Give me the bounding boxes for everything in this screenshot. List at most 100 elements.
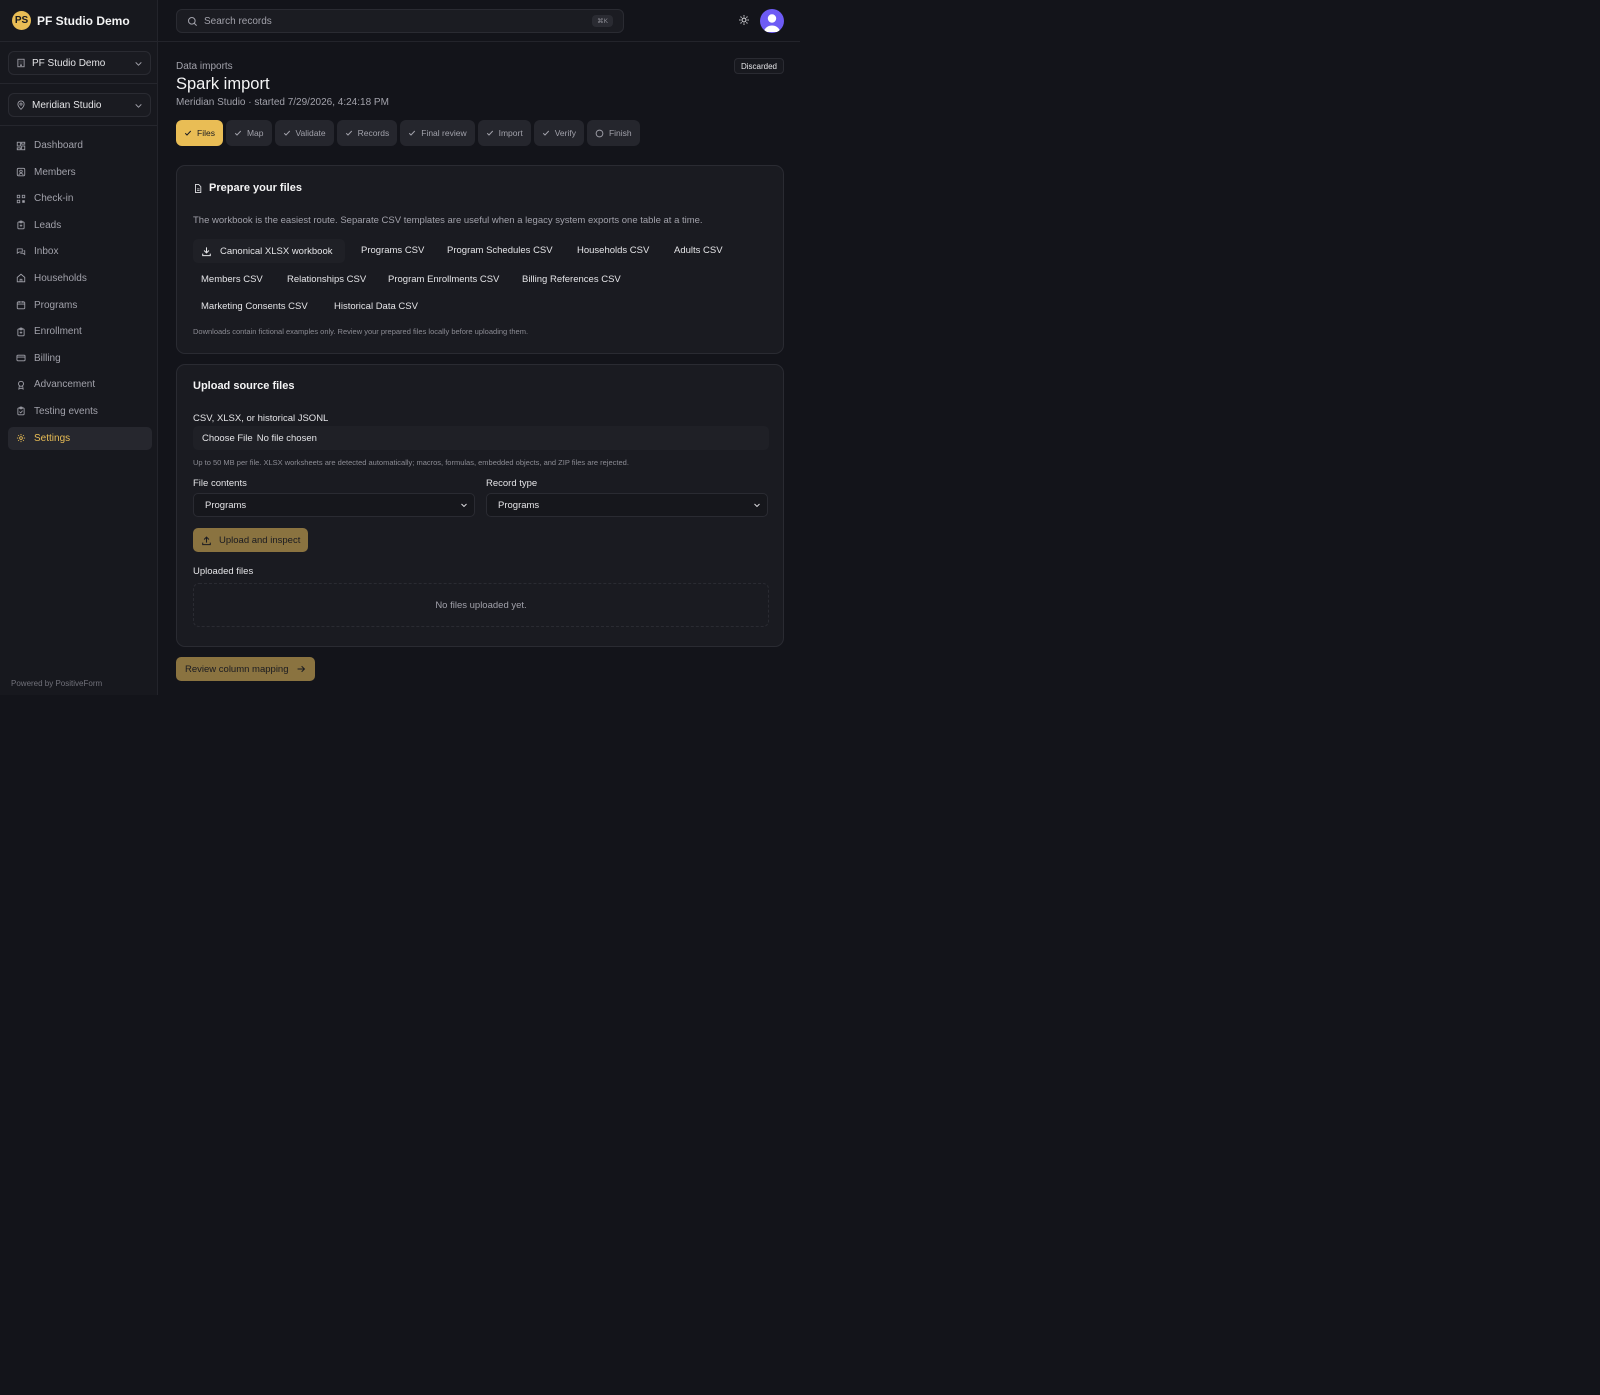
location-selector[interactable]: Meridian Studio	[8, 93, 151, 117]
step-map[interactable]: Map	[225, 120, 272, 146]
file-contents-label: File contents	[193, 478, 247, 489]
step-verify[interactable]: Verify	[533, 120, 584, 146]
download-programs-csv[interactable]: Programs CSV	[353, 238, 432, 262]
sidebar-item-households[interactable]: Households	[8, 267, 152, 290]
sidebar-item-enrollment[interactable]: Enrollment	[8, 320, 152, 343]
sidebar-item-leads[interactable]: Leads	[8, 214, 152, 237]
sidebar-item-label: Programs	[34, 299, 78, 311]
sidebar-item-check-in[interactable]: Check-in	[8, 187, 152, 210]
file-contents-select[interactable]: Programs	[193, 493, 475, 517]
brand-logo: PS	[12, 11, 31, 30]
card-title-text: Upload source files	[193, 380, 295, 392]
download-members-csv[interactable]: Members CSV	[193, 267, 271, 291]
download-marketing-consents-csv[interactable]: Marketing Consents CSV	[193, 294, 316, 318]
download-billing-references-csv[interactable]: Billing References CSV	[514, 267, 629, 291]
divider	[0, 125, 157, 126]
sidebar-item-billing[interactable]: Billing	[8, 347, 152, 370]
powered-by[interactable]: Powered by PositiveForm	[11, 679, 102, 688]
step-label: Verify	[554, 128, 576, 138]
step-finish[interactable]: Finish	[586, 120, 640, 146]
sun-icon	[739, 15, 749, 25]
status-badge: Discarded	[733, 58, 784, 74]
file-status: No file chosen	[256, 432, 317, 444]
uploaded-files-label: Uploaded files	[193, 566, 254, 577]
page-title: Spark import	[176, 75, 270, 93]
download-relationships-csv[interactable]: Relationships CSV	[279, 267, 374, 291]
sidebar-item-label: Enrollment	[34, 326, 82, 338]
card-title-text: Prepare your files	[209, 182, 302, 194]
award-icon	[18, 380, 24, 390]
upload-and-inspect-button[interactable]: Upload and inspect	[193, 528, 309, 552]
step-label: Import	[498, 128, 523, 138]
calendar-icon	[16, 301, 26, 310]
theme-toggle[interactable]	[738, 14, 750, 26]
sidebar-item-members[interactable]: Members	[8, 161, 152, 184]
inbox-icon	[16, 248, 26, 256]
step-final-review[interactable]: Final review	[400, 120, 475, 146]
gear-icon	[16, 433, 26, 443]
leads-icon	[17, 220, 25, 230]
chevron-down-icon	[754, 503, 760, 508]
sidebar-item-programs[interactable]: Programs	[8, 294, 152, 317]
record-type-select[interactable]: Programs	[486, 493, 768, 517]
card-description: The workbook is the easiest route. Separ…	[193, 215, 703, 226]
step-files[interactable]: Files	[176, 120, 223, 146]
dashboard-icon	[16, 141, 26, 150]
check-icon	[184, 130, 192, 136]
download-workbook-button[interactable]: Canonical XLSX workbook	[193, 239, 345, 263]
divider	[0, 41, 157, 42]
circle-icon	[595, 129, 604, 137]
org-selector-label: PF Studio Demo	[32, 57, 106, 69]
sidebar-item-inbox[interactable]: Inbox	[8, 240, 152, 263]
sidebar-item-advancement[interactable]: Advancement	[8, 373, 152, 396]
choose-file-button[interactable]: Choose File	[202, 433, 253, 444]
card-title: Prepare your files	[193, 182, 302, 194]
step-records[interactable]: Records	[336, 120, 398, 146]
check-in-icon	[16, 194, 26, 203]
sidebar-nav: Dashboard Members Check-in Leads Inbox H…	[8, 134, 152, 453]
step-import[interactable]: Import	[477, 120, 531, 146]
sidebar-item-testing-events[interactable]: Testing events	[8, 400, 152, 423]
step-validate[interactable]: Validate	[274, 120, 334, 146]
sidebar-item-settings[interactable]: Settings	[8, 426, 152, 450]
org-selector[interactable]: PF Studio Demo	[8, 51, 151, 75]
sidebar-item-label: Settings	[34, 432, 71, 444]
download-adults-csv[interactable]: Adults CSV	[666, 238, 731, 262]
file-input[interactable]: Choose File No file chosen	[193, 426, 769, 450]
home-icon	[16, 274, 26, 283]
chevron-down-icon	[135, 61, 142, 66]
sidebar-item-label: Dashboard	[34, 140, 83, 151]
map-pin-icon	[17, 100, 25, 110]
user-icon	[763, 14, 781, 32]
stepper: Files Map Validate Records Final review …	[176, 120, 640, 146]
building-icon	[17, 58, 25, 68]
download-households-csv[interactable]: Households CSV	[569, 238, 657, 262]
search-input[interactable]: Search records ⌘K	[176, 9, 624, 33]
card-icon	[16, 355, 26, 362]
review-column-mapping-button[interactable]: Review column mapping	[176, 657, 315, 681]
brand[interactable]: PS PF Studio Demo	[12, 11, 130, 30]
page-subtitle: Meridian Studio · started 7/29/2026, 4:2…	[176, 97, 389, 108]
upload-icon	[202, 535, 211, 545]
step-label: Records	[357, 128, 390, 138]
download-program-schedules-csv[interactable]: Program Schedules CSV	[439, 238, 561, 262]
file-field-label: CSV, XLSX, or historical JSONL	[193, 413, 329, 424]
upload-hint: Up to 50 MB per file. XLSX worksheets ar…	[193, 458, 629, 467]
step-label: Validate	[295, 128, 326, 138]
download-historical-data-csv[interactable]: Historical Data CSV	[326, 294, 426, 318]
avatar[interactable]	[760, 9, 784, 33]
check-icon	[409, 130, 416, 136]
sidebar-item-label: Check-in	[34, 193, 74, 205]
check-icon	[283, 130, 290, 136]
sidebar-item-dashboard[interactable]: Dashboard	[8, 134, 152, 157]
upload-source-files-card: Upload source files CSV, XLSX, or histor…	[176, 364, 784, 647]
button-label: Review column mapping	[185, 663, 289, 675]
sidebar-item-label: Households	[34, 272, 87, 284]
clipboard-check-icon	[17, 407, 25, 416]
check-icon	[542, 130, 549, 136]
select-value: Programs	[205, 499, 247, 511]
breadcrumb[interactable]: Data imports	[176, 61, 233, 72]
sidebar: PS PF Studio Demo PF Studio Demo Meridia…	[0, 0, 158, 695]
step-label: Files	[197, 128, 215, 138]
download-program-enrollments-csv[interactable]: Program Enrollments CSV	[380, 267, 507, 291]
